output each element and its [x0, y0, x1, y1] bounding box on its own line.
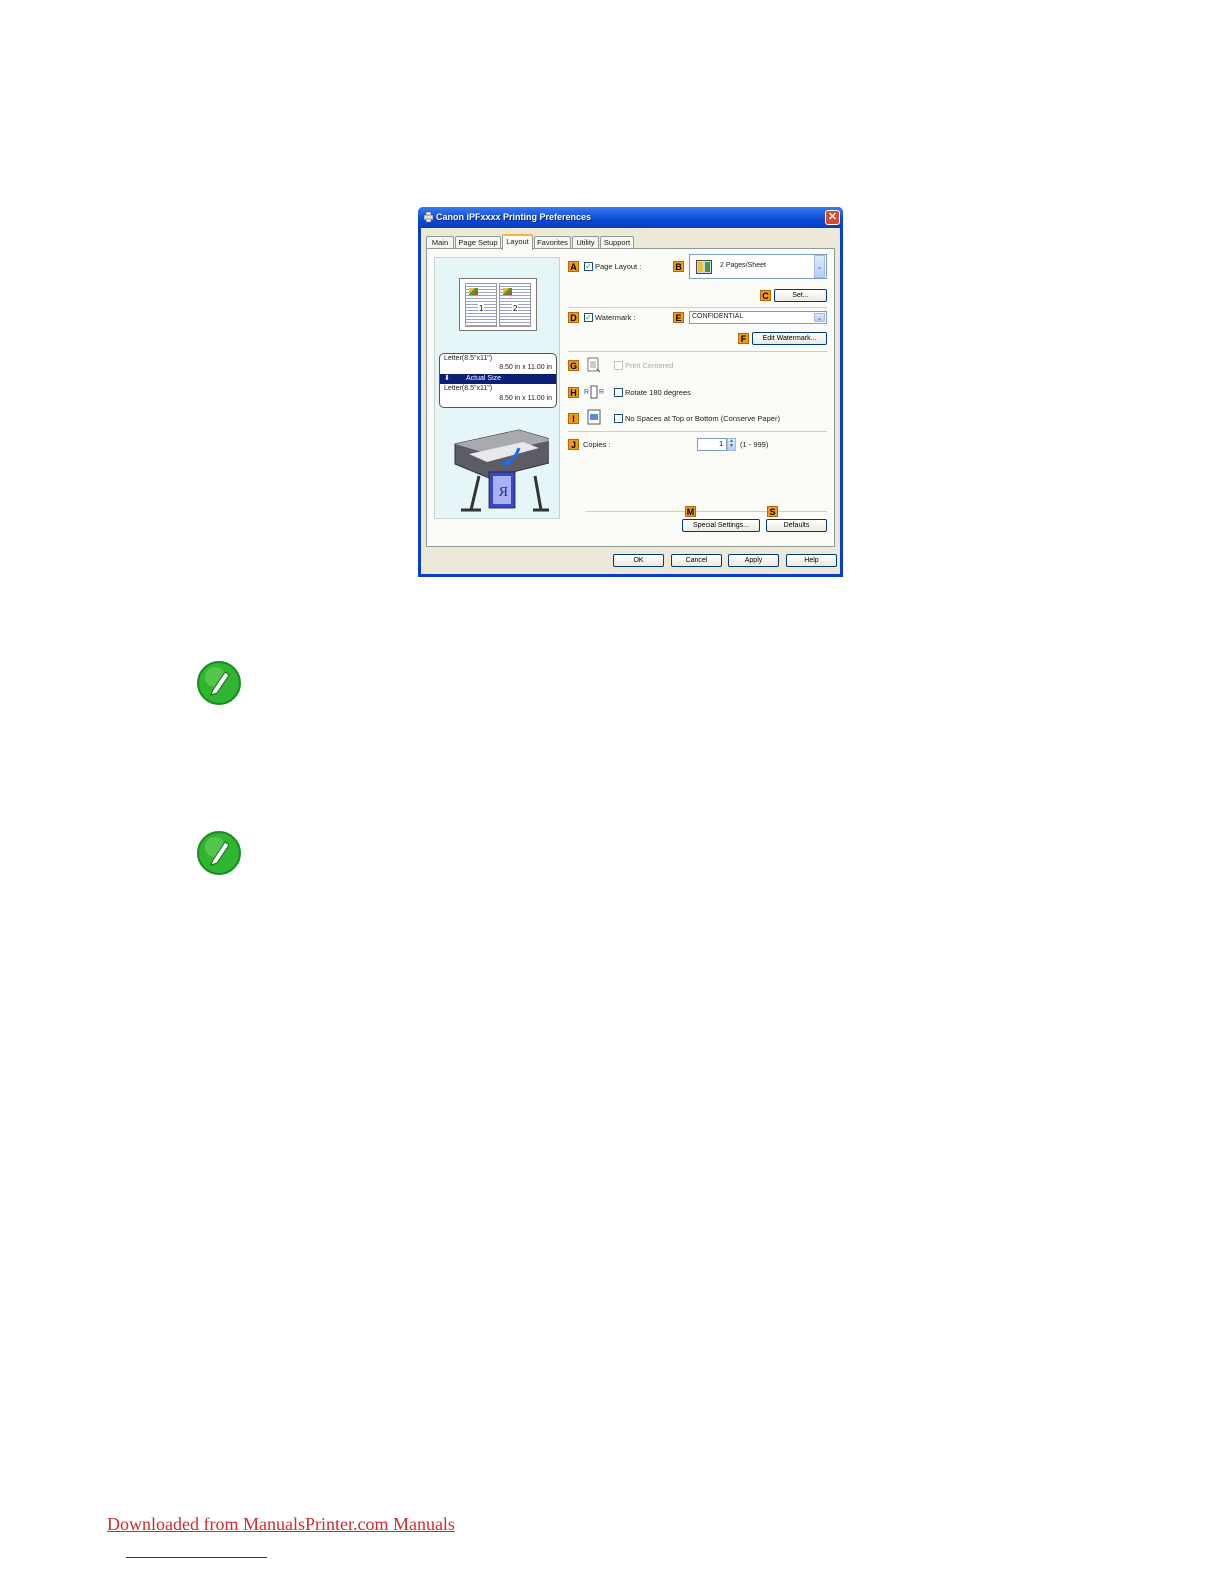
footer-rule: [126, 1557, 267, 1558]
callout-d: D: [568, 312, 579, 323]
defaults-button[interactable]: Defaults: [766, 519, 827, 532]
preview-image-icon: [469, 288, 478, 295]
rotate-checkbox[interactable]: [614, 388, 623, 397]
watermark-value: CONFIDENTIAL: [692, 313, 744, 320]
conserve-paper-icon: [587, 409, 601, 425]
page-layout-value: 2 Pages/Sheet: [720, 262, 766, 269]
callout-g: G: [568, 360, 579, 371]
scaling-row: ⬇ Actual Size: [440, 374, 556, 384]
set-button[interactable]: Set...: [774, 289, 827, 302]
separator: [568, 351, 827, 352]
source-dimensions: 8.50 in x 11.00 in: [499, 364, 552, 371]
callout-f: F: [738, 333, 749, 344]
preview-page-number: 2: [512, 304, 519, 313]
watermark-checkbox[interactable]: ✓: [584, 313, 593, 322]
separator: [568, 307, 827, 308]
help-button[interactable]: Help: [786, 554, 837, 567]
tab-layout[interactable]: Layout: [502, 234, 533, 250]
printing-preferences-dialog: Canon iPFxxxx Printing Preferences ✕ Mai…: [418, 207, 843, 577]
callout-e: E: [673, 312, 684, 323]
separator: [568, 431, 827, 432]
paper-size-info: Letter(8.5"x11") 8.50 in x 11.00 in ⬇ Ac…: [439, 353, 557, 408]
layout-tab-panel: 1 2 Letter(8.5"x11") 8.50 in x 11.00 in …: [426, 248, 835, 547]
svg-text:R: R: [599, 389, 604, 396]
svg-text:R: R: [584, 389, 589, 396]
watermark-select[interactable]: CONFIDENTIAL ⌄: [689, 311, 827, 324]
preview-page-number: 1: [478, 304, 485, 313]
output-size: Letter(8.5"x11"): [444, 385, 493, 392]
preview-page-2: 2: [499, 283, 531, 327]
callout-m: M: [685, 506, 696, 517]
preview-page-1: 1: [465, 283, 497, 327]
note-pencil-icon: [197, 661, 241, 705]
page-layout-checkbox[interactable]: ✓: [584, 262, 593, 271]
special-settings-button[interactable]: Special Settings...: [682, 519, 760, 532]
checkmark-icon: ✓: [585, 313, 592, 322]
scaling-label: Actual Size: [466, 375, 502, 382]
callout-c: C: [760, 290, 771, 301]
svg-text:R: R: [498, 485, 508, 500]
printer-illustration: R: [454, 429, 549, 512]
layout-2up-icon: [696, 260, 712, 274]
ok-button[interactable]: OK: [613, 554, 664, 567]
dialog-client-area: Main Page Setup Layout Favorites Utility…: [421, 228, 840, 574]
window-title: Canon iPFxxxx Printing Preferences: [436, 212, 592, 222]
arrow-down-icon: ⬇: [444, 375, 450, 382]
print-centered-checkbox[interactable]: [614, 361, 623, 370]
preview-image-icon: [503, 288, 512, 295]
download-source-link[interactable]: Downloaded from ManualsPrinter.com Manua…: [107, 1514, 455, 1535]
no-spaces-label: No Spaces at Top or Bottom (Conserve Pap…: [625, 414, 780, 423]
spin-down-icon[interactable]: ▼: [728, 444, 735, 449]
close-icon: ✕: [827, 211, 838, 223]
apply-button[interactable]: Apply: [728, 554, 779, 567]
rotate-label: Rotate 180 degrees: [625, 388, 691, 397]
source-size: Letter(8.5"x11"): [444, 355, 493, 362]
print-centered-icon: [587, 357, 601, 373]
watermark-label: Watermark :: [595, 313, 636, 322]
checkmark-icon: ✓: [585, 262, 592, 271]
no-spaces-checkbox[interactable]: [614, 414, 623, 423]
output-dimensions: 8.50 in x 11.00 in: [499, 395, 552, 402]
callout-i: I: [568, 413, 579, 424]
copies-range: (1 - 999): [740, 440, 769, 449]
copies-input[interactable]: 1: [697, 438, 727, 451]
title-bar[interactable]: Canon iPFxxxx Printing Preferences ✕: [418, 207, 843, 228]
chevron-down-icon[interactable]: ⌄: [814, 313, 825, 322]
preview-pane: 1 2 Letter(8.5"x11") 8.50 in x 11.00 in …: [434, 257, 560, 519]
edit-watermark-button[interactable]: Edit Watermark...: [752, 332, 827, 345]
callout-a: A: [568, 261, 579, 272]
separator: [585, 511, 827, 512]
callout-s: S: [767, 506, 778, 517]
rotate-icon: R R: [584, 385, 604, 399]
print-centered-label: Print Centered: [625, 361, 674, 370]
callout-b: B: [673, 261, 684, 272]
close-button[interactable]: ✕: [825, 210, 840, 225]
page-layout-select[interactable]: 2 Pages/Sheet ⌄: [689, 254, 827, 279]
note-pencil-icon: [197, 831, 241, 875]
copies-label: Copies :: [583, 440, 611, 449]
printer-app-icon: [423, 211, 434, 223]
callout-j: J: [568, 439, 579, 450]
layout-preview-thumbnail: 1 2: [459, 278, 537, 331]
cancel-button[interactable]: Cancel: [671, 554, 722, 567]
callout-h: H: [568, 387, 579, 398]
chevron-down-icon[interactable]: ⌄: [814, 255, 825, 278]
page-layout-label: Page Layout :: [595, 262, 642, 271]
copies-spinner[interactable]: ▲ ▼: [727, 438, 736, 451]
